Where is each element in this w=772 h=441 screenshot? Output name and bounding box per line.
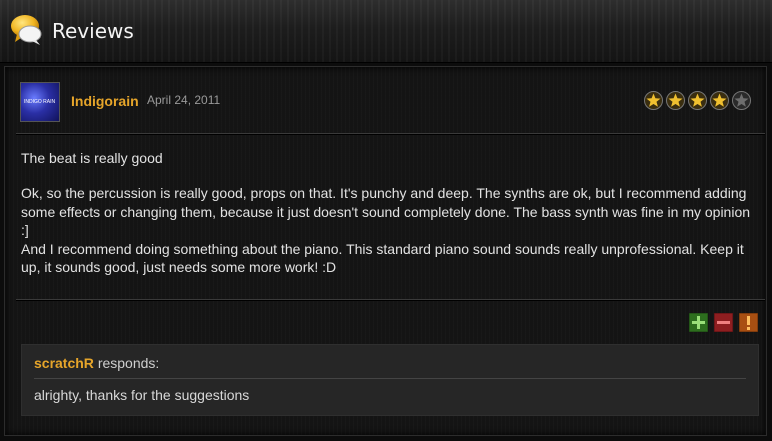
response-text: alrighty, thanks for the suggestions (34, 387, 250, 403)
header-bar: Reviews (0, 0, 772, 63)
responder-username-link[interactable]: scratchR (34, 355, 94, 371)
review-actions (689, 313, 758, 332)
divider (34, 378, 746, 379)
divider (16, 299, 765, 301)
avatar[interactable]: INDIGO RAIN (20, 82, 60, 122)
avatar-label: INDIGO RAIN (24, 99, 56, 105)
response-header: scratchR responds: (34, 355, 159, 371)
review-paragraph: Ok, so the percussion is really good, pr… (21, 185, 751, 239)
star-filled-icon (644, 91, 663, 110)
review-title: The beat is really good (21, 150, 163, 166)
reviewer-username-link[interactable]: Indigorain (71, 93, 139, 109)
plus-icon[interactable] (689, 313, 708, 332)
exclamation-icon[interactable] (739, 313, 758, 332)
star-rating (644, 91, 751, 110)
minus-icon[interactable] (714, 313, 733, 332)
review-paragraph: And I recommend doing something about th… (21, 240, 744, 276)
response-box: scratchR responds: alrighty, thanks for … (21, 344, 759, 416)
star-empty-icon (732, 91, 751, 110)
star-filled-icon (710, 91, 729, 110)
page-title: Reviews (52, 19, 134, 43)
review-date: April 24, 2011 (147, 93, 221, 107)
speech-bubble-icon (11, 15, 42, 45)
divider (16, 133, 765, 135)
star-filled-icon (666, 91, 685, 110)
review-body: Ok, so the percussion is really good, pr… (21, 184, 756, 277)
star-filled-icon (688, 91, 707, 110)
response-label: responds: (97, 355, 160, 371)
